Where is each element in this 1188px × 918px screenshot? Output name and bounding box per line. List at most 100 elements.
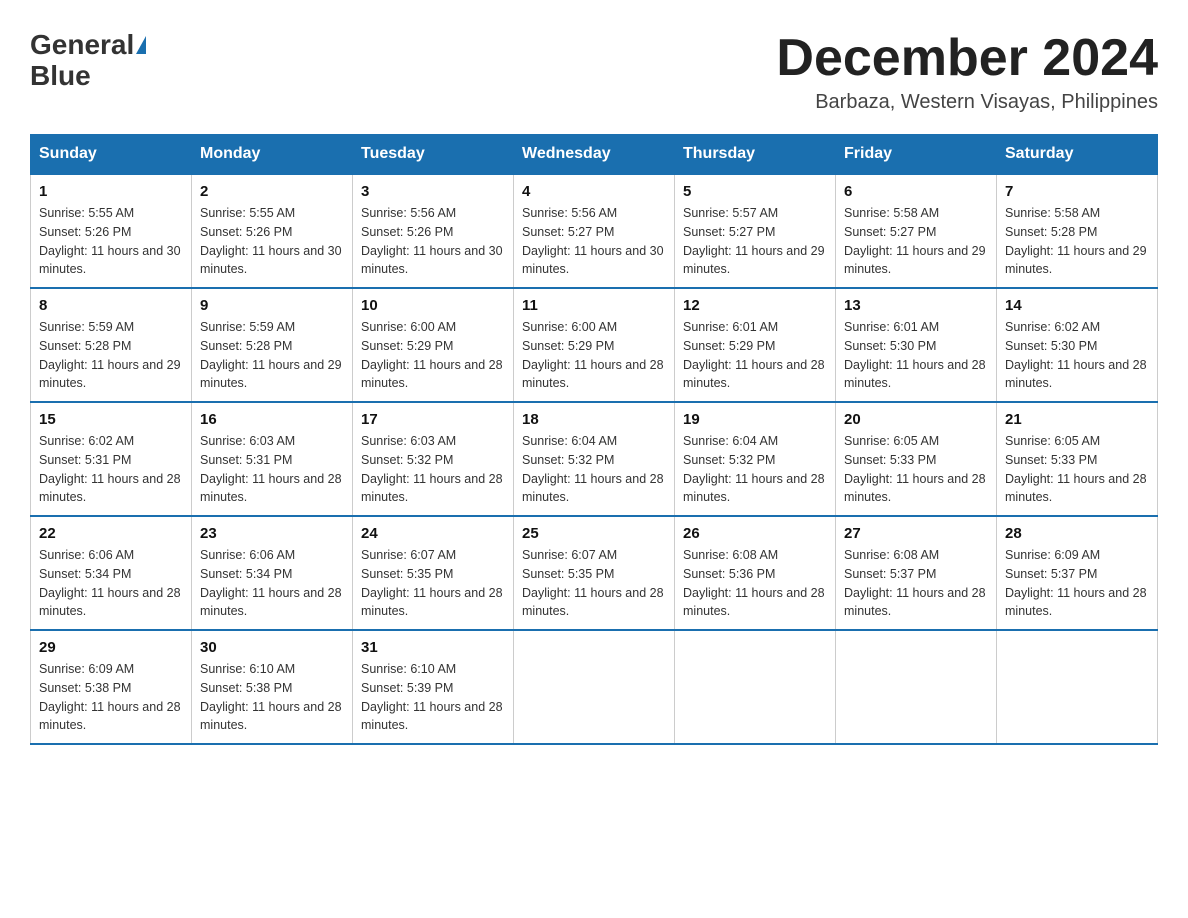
day-info: Sunrise: 5:59 AMSunset: 5:28 PMDaylight:… <box>39 320 181 390</box>
day-number: 20 <box>844 411 988 428</box>
day-number: 3 <box>361 183 505 200</box>
calendar-header-row: Sunday Monday Tuesday Wednesday Thursday… <box>31 135 1158 175</box>
table-row: 28 Sunrise: 6:09 AMSunset: 5:37 PMDaylig… <box>997 516 1158 630</box>
table-row: 10 Sunrise: 6:00 AMSunset: 5:29 PMDaylig… <box>353 288 514 402</box>
day-info: Sunrise: 5:59 AMSunset: 5:28 PMDaylight:… <box>200 320 342 390</box>
day-info: Sunrise: 6:08 AMSunset: 5:36 PMDaylight:… <box>683 548 825 618</box>
day-number: 23 <box>200 525 344 542</box>
day-number: 5 <box>683 183 827 200</box>
day-number: 26 <box>683 525 827 542</box>
day-number: 12 <box>683 297 827 314</box>
table-row: 2 Sunrise: 5:55 AMSunset: 5:26 PMDayligh… <box>192 174 353 288</box>
table-row: 3 Sunrise: 5:56 AMSunset: 5:26 PMDayligh… <box>353 174 514 288</box>
day-number: 18 <box>522 411 666 428</box>
day-info: Sunrise: 6:04 AMSunset: 5:32 PMDaylight:… <box>683 434 825 504</box>
day-info: Sunrise: 6:07 AMSunset: 5:35 PMDaylight:… <box>361 548 503 618</box>
day-number: 13 <box>844 297 988 314</box>
day-number: 9 <box>200 297 344 314</box>
table-row: 11 Sunrise: 6:00 AMSunset: 5:29 PMDaylig… <box>514 288 675 402</box>
header-tuesday: Tuesday <box>353 135 514 175</box>
day-number: 2 <box>200 183 344 200</box>
logo-blue: Blue <box>30 61 91 92</box>
table-row: 31 Sunrise: 6:10 AMSunset: 5:39 PMDaylig… <box>353 630 514 744</box>
day-info: Sunrise: 5:58 AMSunset: 5:28 PMDaylight:… <box>1005 206 1147 276</box>
logo: General Blue <box>30 30 146 92</box>
day-number: 31 <box>361 639 505 656</box>
day-info: Sunrise: 6:01 AMSunset: 5:29 PMDaylight:… <box>683 320 825 390</box>
title-block: December 2024 Barbaza, Western Visayas, … <box>776 30 1158 114</box>
day-number: 11 <box>522 297 666 314</box>
day-number: 21 <box>1005 411 1149 428</box>
table-row: 9 Sunrise: 5:59 AMSunset: 5:28 PMDayligh… <box>192 288 353 402</box>
day-info: Sunrise: 6:00 AMSunset: 5:29 PMDaylight:… <box>522 320 664 390</box>
day-info: Sunrise: 5:55 AMSunset: 5:26 PMDaylight:… <box>39 206 181 276</box>
header-thursday: Thursday <box>675 135 836 175</box>
day-info: Sunrise: 6:10 AMSunset: 5:38 PMDaylight:… <box>200 662 342 732</box>
month-title: December 2024 <box>776 30 1158 87</box>
day-number: 4 <box>522 183 666 200</box>
table-row: 29 Sunrise: 6:09 AMSunset: 5:38 PMDaylig… <box>31 630 192 744</box>
day-number: 25 <box>522 525 666 542</box>
table-row: 17 Sunrise: 6:03 AMSunset: 5:32 PMDaylig… <box>353 402 514 516</box>
day-info: Sunrise: 6:06 AMSunset: 5:34 PMDaylight:… <box>39 548 181 618</box>
day-number: 15 <box>39 411 183 428</box>
day-info: Sunrise: 5:58 AMSunset: 5:27 PMDaylight:… <box>844 206 986 276</box>
day-info: Sunrise: 6:02 AMSunset: 5:31 PMDaylight:… <box>39 434 181 504</box>
location-subtitle: Barbaza, Western Visayas, Philippines <box>776 91 1158 114</box>
day-info: Sunrise: 6:06 AMSunset: 5:34 PMDaylight:… <box>200 548 342 618</box>
day-info: Sunrise: 6:09 AMSunset: 5:37 PMDaylight:… <box>1005 548 1147 618</box>
day-number: 28 <box>1005 525 1149 542</box>
calendar-week-row: 15 Sunrise: 6:02 AMSunset: 5:31 PMDaylig… <box>31 402 1158 516</box>
day-info: Sunrise: 6:05 AMSunset: 5:33 PMDaylight:… <box>1005 434 1147 504</box>
table-row: 7 Sunrise: 5:58 AMSunset: 5:28 PMDayligh… <box>997 174 1158 288</box>
table-row: 8 Sunrise: 5:59 AMSunset: 5:28 PMDayligh… <box>31 288 192 402</box>
table-row: 16 Sunrise: 6:03 AMSunset: 5:31 PMDaylig… <box>192 402 353 516</box>
table-row: 6 Sunrise: 5:58 AMSunset: 5:27 PMDayligh… <box>836 174 997 288</box>
day-info: Sunrise: 5:55 AMSunset: 5:26 PMDaylight:… <box>200 206 342 276</box>
table-row: 22 Sunrise: 6:06 AMSunset: 5:34 PMDaylig… <box>31 516 192 630</box>
table-row: 21 Sunrise: 6:05 AMSunset: 5:33 PMDaylig… <box>997 402 1158 516</box>
day-number: 29 <box>39 639 183 656</box>
day-number: 10 <box>361 297 505 314</box>
day-info: Sunrise: 6:01 AMSunset: 5:30 PMDaylight:… <box>844 320 986 390</box>
calendar-table: Sunday Monday Tuesday Wednesday Thursday… <box>30 134 1158 745</box>
day-info: Sunrise: 6:04 AMSunset: 5:32 PMDaylight:… <box>522 434 664 504</box>
day-info: Sunrise: 5:56 AMSunset: 5:26 PMDaylight:… <box>361 206 503 276</box>
day-number: 7 <box>1005 183 1149 200</box>
logo-general: General <box>30 30 134 61</box>
header-wednesday: Wednesday <box>514 135 675 175</box>
day-number: 1 <box>39 183 183 200</box>
header-friday: Friday <box>836 135 997 175</box>
table-row: 30 Sunrise: 6:10 AMSunset: 5:38 PMDaylig… <box>192 630 353 744</box>
day-number: 30 <box>200 639 344 656</box>
header-monday: Monday <box>192 135 353 175</box>
table-row: 23 Sunrise: 6:06 AMSunset: 5:34 PMDaylig… <box>192 516 353 630</box>
table-row: 5 Sunrise: 5:57 AMSunset: 5:27 PMDayligh… <box>675 174 836 288</box>
day-number: 17 <box>361 411 505 428</box>
table-row: 13 Sunrise: 6:01 AMSunset: 5:30 PMDaylig… <box>836 288 997 402</box>
logo-triangle-icon <box>136 36 146 54</box>
day-info: Sunrise: 6:05 AMSunset: 5:33 PMDaylight:… <box>844 434 986 504</box>
header-saturday: Saturday <box>997 135 1158 175</box>
table-row: 14 Sunrise: 6:02 AMSunset: 5:30 PMDaylig… <box>997 288 1158 402</box>
table-row: 24 Sunrise: 6:07 AMSunset: 5:35 PMDaylig… <box>353 516 514 630</box>
day-info: Sunrise: 5:56 AMSunset: 5:27 PMDaylight:… <box>522 206 664 276</box>
calendar-week-row: 22 Sunrise: 6:06 AMSunset: 5:34 PMDaylig… <box>31 516 1158 630</box>
day-number: 24 <box>361 525 505 542</box>
table-row: 20 Sunrise: 6:05 AMSunset: 5:33 PMDaylig… <box>836 402 997 516</box>
day-info: Sunrise: 6:10 AMSunset: 5:39 PMDaylight:… <box>361 662 503 732</box>
day-info: Sunrise: 6:08 AMSunset: 5:37 PMDaylight:… <box>844 548 986 618</box>
day-info: Sunrise: 5:57 AMSunset: 5:27 PMDaylight:… <box>683 206 825 276</box>
page-header: General Blue December 2024 Barbaza, West… <box>30 30 1158 114</box>
table-row: 12 Sunrise: 6:01 AMSunset: 5:29 PMDaylig… <box>675 288 836 402</box>
day-info: Sunrise: 6:07 AMSunset: 5:35 PMDaylight:… <box>522 548 664 618</box>
day-number: 16 <box>200 411 344 428</box>
day-info: Sunrise: 6:03 AMSunset: 5:32 PMDaylight:… <box>361 434 503 504</box>
table-row <box>514 630 675 744</box>
table-row: 25 Sunrise: 6:07 AMSunset: 5:35 PMDaylig… <box>514 516 675 630</box>
day-number: 27 <box>844 525 988 542</box>
day-info: Sunrise: 6:03 AMSunset: 5:31 PMDaylight:… <box>200 434 342 504</box>
table-row <box>836 630 997 744</box>
day-number: 22 <box>39 525 183 542</box>
table-row <box>997 630 1158 744</box>
